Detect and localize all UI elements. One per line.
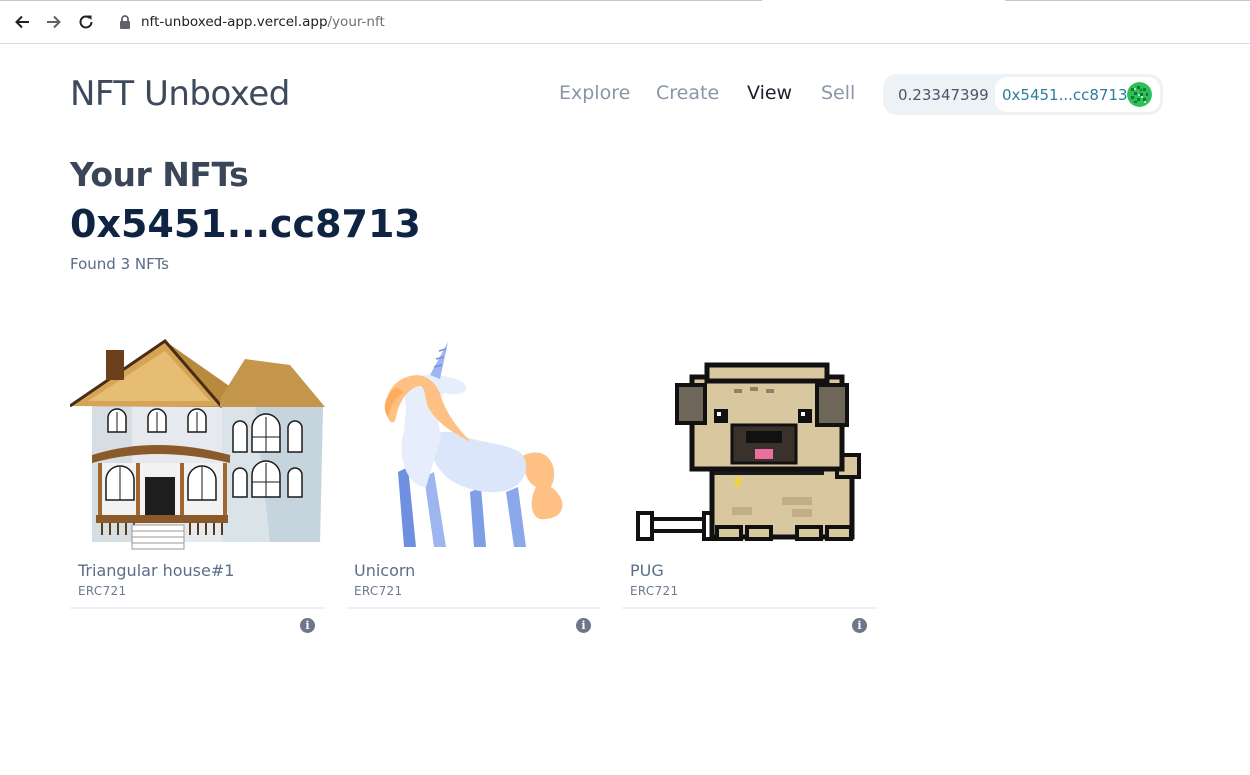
url-path: /your-nft xyxy=(327,14,385,30)
nft-standard: ERC721 xyxy=(354,584,403,598)
browser-toolbar: nft-unboxed-app.vercel.app/your-nft xyxy=(0,0,1250,44)
page-title: Your NFTs xyxy=(70,155,249,194)
nav-sell[interactable]: Sell xyxy=(821,82,855,104)
account-address: 0x5451...cc8713 xyxy=(1002,86,1128,104)
lock-icon xyxy=(120,15,130,29)
nft-card[interactable]: Triangular house#1 ERC721 i xyxy=(70,337,325,637)
info-icon[interactable]: i xyxy=(300,618,315,633)
nft-card[interactable]: Unicorn ERC721 i xyxy=(346,337,601,637)
nft-name: PUG xyxy=(630,561,664,580)
nft-standard: ERC721 xyxy=(78,584,127,598)
nav-explore[interactable]: Explore xyxy=(559,82,630,104)
nft-name: Triangular house#1 xyxy=(78,561,235,580)
card-divider xyxy=(622,607,877,609)
unicorn-image[interactable] xyxy=(346,337,601,552)
address-bar-url[interactable]: nft-unboxed-app.vercel.app/your-nft xyxy=(141,14,385,30)
forward-arrow-icon[interactable] xyxy=(43,11,65,33)
nft-standard: ERC721 xyxy=(630,584,679,598)
nav-create[interactable]: Create xyxy=(656,82,719,104)
pixel-pug-image[interactable] xyxy=(622,337,877,552)
card-divider xyxy=(70,607,325,609)
info-icon[interactable]: i xyxy=(852,618,867,633)
card-divider xyxy=(346,607,601,609)
identicon-avatar xyxy=(1127,82,1152,107)
account-address-button[interactable]: 0x5451...cc8713 xyxy=(995,77,1160,112)
info-icon[interactable]: i xyxy=(576,618,591,633)
url-host: nft-unboxed-app.vercel.app xyxy=(141,14,328,30)
account-balance: 0.23347399 xyxy=(898,86,989,104)
owner-address: 0x5451...cc8713 xyxy=(70,202,421,246)
tab-strip-edge xyxy=(0,0,1250,2)
nft-count-text: Found 3 NFTs xyxy=(70,255,169,273)
nft-card[interactable]: PUG ERC721 i xyxy=(622,337,877,637)
triangular-house-image[interactable] xyxy=(70,337,325,552)
back-arrow-icon[interactable] xyxy=(11,11,33,33)
nav-view[interactable]: View xyxy=(747,82,792,104)
tab-edge-left xyxy=(0,0,762,1)
tab-edge-right xyxy=(1005,0,1250,1)
reload-icon[interactable] xyxy=(75,11,97,33)
nft-name: Unicorn xyxy=(354,561,416,580)
account-widget[interactable]: 0.23347399 0x5451...cc8713 xyxy=(883,74,1163,115)
